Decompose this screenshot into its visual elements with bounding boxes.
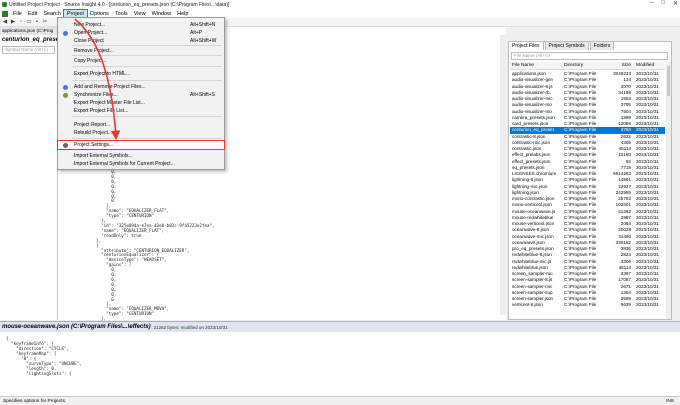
back-icon[interactable]: ◀ — [2, 19, 8, 25]
menu-item-label: Import External Symbols for Current Proj… — [74, 161, 175, 167]
system-menu-icon[interactable] — [2, 10, 8, 17]
menu-item-project-settings[interactable]: Project Settings... — [57, 140, 225, 150]
menu-item-label: Export Project File List... — [74, 108, 129, 114]
menu-item-close-project[interactable]: Close Project Alt+Shift+W — [58, 37, 224, 45]
gear-icon — [63, 143, 68, 148]
file-cell: 9629 — [620, 302, 631, 308]
menu-item-shortcut: Alt+Shift+N — [190, 22, 216, 28]
maximize-icon[interactable]: □ — [661, 0, 665, 7]
menu-item-shortcut: Alt+Shift+W — [190, 38, 217, 44]
file-cell: 2023/10/31 — [636, 302, 659, 308]
menu-item-icon — [63, 31, 68, 36]
menu-item-add-and-remove-project-files[interactable]: Add and Remove Project Files... — [58, 83, 224, 91]
menu-item-label: Export Project to HTML... — [74, 71, 131, 77]
menu-item-project-report[interactable]: Project Report... — [58, 121, 224, 129]
menu-separator — [72, 45, 222, 46]
context-preview[interactable]: { "keyframeInfo": { "direction": "CYCLE"… — [0, 332, 680, 396]
preview-code: { "keyframeInfo": { "direction": "CYCLE"… — [6, 336, 82, 376]
tab-project-files[interactable]: Project Files — [508, 41, 544, 50]
menu-file[interactable]: File — [10, 10, 25, 18]
symbol-panel: applications.json (C:\Prog centurion_eq_… — [0, 27, 58, 320]
menu-item-copy-project[interactable]: Copy Project... — [58, 57, 224, 65]
symbol-panel-tab[interactable]: applications.json (C:\Prog — [0, 27, 57, 35]
menu-separator — [72, 149, 222, 150]
menu-item-new-project[interactable]: New Project... Alt+Shift+N — [58, 21, 224, 29]
menu-item-label: Close Project — [74, 38, 104, 44]
cut-icon[interactable]: ✂ — [42, 19, 48, 25]
menu-item-label: Synchronize Files... — [74, 92, 118, 98]
context-info-bar: mouse-oceanwave.json (C:\Program Files\.… — [0, 321, 680, 332]
menu-separator — [72, 66, 222, 67]
column-header-file-name[interactable]: File Name — [510, 62, 562, 69]
menu-item-icon — [63, 85, 68, 90]
menu-item-label: Import External Symbols... — [74, 153, 133, 159]
menu-item-label: Open Project... — [74, 30, 108, 36]
menu-item-label: Remove Project... — [74, 48, 114, 54]
menu-item-synchronize-files[interactable]: Synchronize Files... Alt+Shift+S — [58, 91, 224, 99]
menu-item-label: Project Report... — [74, 122, 111, 128]
status-bar: Specifies options for Projects. INS — [0, 396, 680, 405]
editor-scrollbar[interactable] — [500, 35, 506, 315]
menu-item-label: Add and Remove Project Files... — [74, 84, 146, 90]
column-header-directory[interactable]: Directory — [562, 62, 609, 69]
file-list-header: File Name Directory Size Modified — [510, 62, 665, 70]
menu-separator — [72, 80, 222, 81]
forward-icon[interactable]: ▶ — [10, 19, 16, 25]
menu-item-icon — [63, 93, 68, 98]
status-text: Specifies options for Projects. — [3, 399, 67, 404]
insert-mode-indicator: INS — [666, 399, 674, 404]
context-filename: mouse-oceanwave.json (C:\Program Files\.… — [2, 324, 151, 330]
tab-project-symbols[interactable]: Project Symbols — [544, 41, 589, 50]
menu-item-remove-project[interactable]: Remove Project... — [58, 47, 224, 55]
menu-item-shortcut: Alt+P — [190, 30, 203, 36]
context-file-meta: 21262 bytes; modified on 2023/10/31 — [153, 324, 228, 330]
save-icon[interactable]: ▪ — [34, 19, 40, 25]
menu-edit[interactable]: Edit — [25, 10, 40, 18]
menu-separator — [72, 55, 222, 56]
title-bar: Untitled Project Project - Source Insigh… — [0, 0, 680, 9]
file-row[interactable]: verticeol-8.json C:\Program File 9629 2023/… — [510, 302, 665, 308]
menu-item-import-external-symbols[interactable]: Import External Symbols... — [58, 152, 224, 160]
menu-item-rebuild-project[interactable]: Rebuild Project... — [58, 129, 224, 137]
project-menu: New Project... Alt+Shift+N Open Project...… — [57, 17, 225, 170]
menu-separator — [72, 138, 222, 139]
editor-code: 0, 0, 0, 0, 0, 0, 0 ], "name": "EQUALIZE… — [86, 169, 215, 322]
minimize-icon[interactable]: – — [650, 0, 653, 7]
file-list: applications.json C:\Program File 3049233 2… — [510, 71, 665, 319]
window-controls: – □ ✕ — [650, 0, 678, 7]
menu-item-open-project[interactable]: Open Project... Alt+P — [58, 29, 224, 37]
symbol-panel-heading: centurion_eq_preset — [2, 37, 57, 43]
file-name-search-input[interactable]: File Name (Alt+O) — [511, 52, 668, 60]
menu-item-label: New Project... — [74, 22, 106, 28]
app-icon — [2, 2, 7, 7]
menu-item-label: Rebuild Project... — [74, 130, 113, 136]
menu-item-label: Copy Project... — [74, 58, 107, 64]
menu-item-shortcut: Alt+Shift+S — [190, 92, 216, 98]
menu-item-export-project-to-html[interactable]: Export Project to HTML... — [58, 70, 224, 78]
window-title: Untitled Project Project - Source Insigh… — [9, 1, 230, 8]
close-icon[interactable]: ✕ — [673, 0, 678, 7]
preview-line: "lightingSlots": { — [6, 371, 72, 376]
column-header-size[interactable]: Size — [609, 62, 633, 69]
tab-folders[interactable]: Folders — [589, 41, 615, 50]
file-cell: C:\Program File — [564, 302, 597, 308]
project-window-tabs: Project Files Project Symbols Folders — [508, 41, 615, 50]
column-header-modified[interactable]: Modified — [633, 62, 665, 69]
menu-separator — [72, 116, 222, 117]
open-folder-icon[interactable]: ▭ — [26, 19, 32, 25]
menu-item-export-project-file-list[interactable]: Export Project File List... — [58, 107, 224, 115]
new-file-icon[interactable]: ▫ — [18, 19, 24, 25]
menu-item-label: Project Settings... — [74, 142, 114, 148]
file-cell: verticeol-8.json — [512, 302, 543, 308]
menu-item-import-external-symbols-for-current-project[interactable]: Import External Symbols for Current Proj… — [58, 160, 224, 168]
menu-item-export-project-master-file-list[interactable]: Export Project Master File List... — [58, 99, 224, 107]
app-window: Untitled Project Project - Source Insigh… — [0, 0, 680, 405]
file-list-scrollbar[interactable] — [666, 62, 671, 319]
symbol-search-input[interactable]: Symbol Name (Alt+L) — [2, 46, 55, 54]
menu-item-label: Export Project Master File List... — [74, 100, 145, 106]
